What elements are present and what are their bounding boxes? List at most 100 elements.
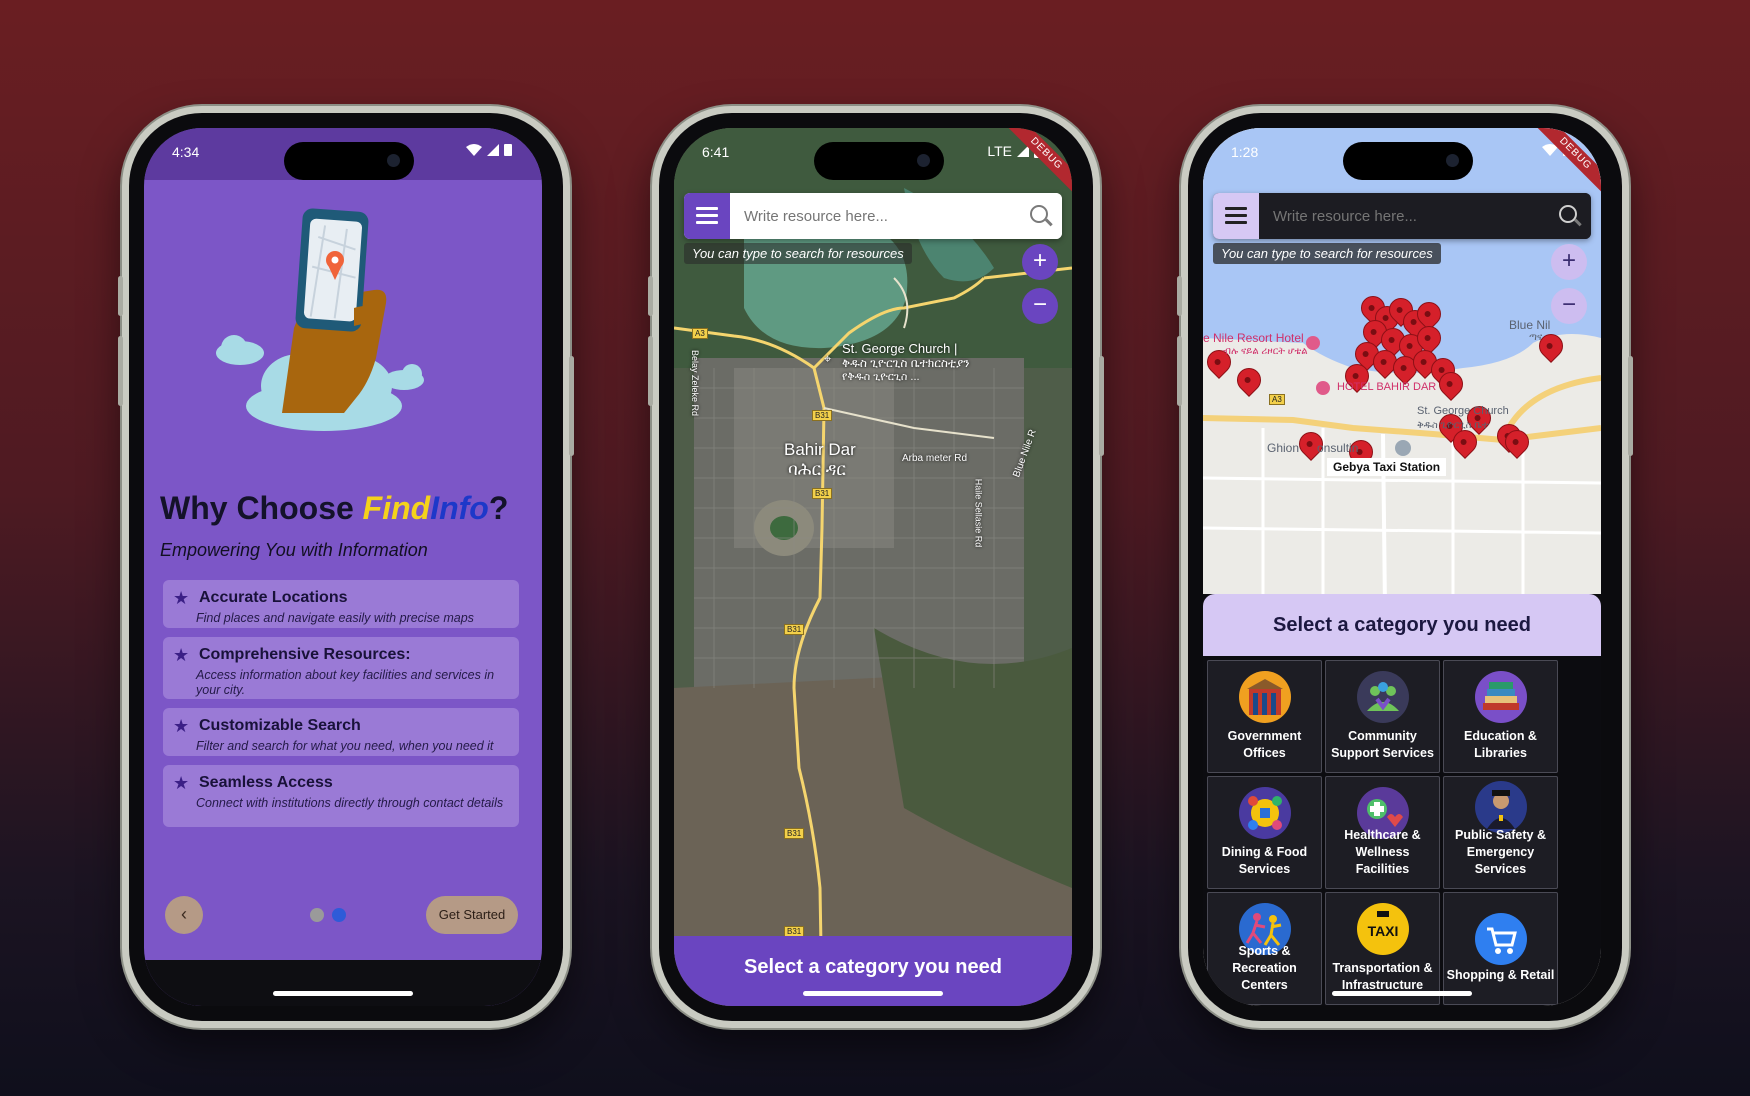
- feature-description: Access information about key facilities …: [196, 668, 495, 697]
- category-public-safety[interactable]: Public Safety & Emergency Services: [1443, 776, 1558, 889]
- category-shopping[interactable]: Shopping & Retail: [1443, 892, 1558, 1005]
- phone-map-satellite: A3 B31 B31 B31 B31 B31 ⌖ St. George Chur…: [648, 106, 1104, 1028]
- poi-label: St. George Church: [1417, 405, 1509, 417]
- phone-side-button: [1628, 356, 1633, 456]
- feature-card: ★ Seamless Access Connect with instituti…: [163, 765, 519, 827]
- category-label: Public Safety & Emergency Services: [1455, 828, 1546, 876]
- phone-side-button: [118, 276, 123, 316]
- category-healthcare[interactable]: Healthcare & Wellness Facilities: [1325, 776, 1440, 889]
- category-community[interactable]: Community Support Services: [1325, 660, 1440, 773]
- map-screen: A3 B31 B31 B31 B31 B31 ⌖ St. George Chur…: [674, 128, 1072, 1006]
- category-label: Shopping & Retail: [1446, 968, 1555, 982]
- search-input[interactable]: [1259, 193, 1591, 239]
- feature-title: Comprehensive Resources:: [199, 646, 411, 663]
- status-time: 6:41: [702, 144, 730, 160]
- get-started-button[interactable]: Get Started: [426, 896, 518, 934]
- brand-info: Info: [430, 490, 489, 526]
- church-label: St. George Church |: [842, 341, 958, 356]
- category-dining[interactable]: Dining & Food Services: [1207, 776, 1322, 889]
- star-icon: ★: [173, 716, 190, 736]
- category-label: Sports & Recreation Centers: [1232, 944, 1297, 992]
- phone-side-button: [1099, 356, 1104, 456]
- brand-find: Find: [362, 490, 431, 526]
- road-label: B31: [812, 488, 833, 499]
- map-pin-icon[interactable]: ⌖: [824, 351, 831, 367]
- search-bar: [1213, 193, 1591, 239]
- search-input[interactable]: [730, 193, 1062, 239]
- phone-onboarding: 4:34 Why Choose FindInfo? Empowering You…: [118, 106, 574, 1028]
- page-indicator: [310, 908, 346, 922]
- home-indicator[interactable]: [803, 991, 943, 996]
- category-label: Community Support Services: [1331, 729, 1434, 760]
- city-label: Bahir Dar: [784, 440, 856, 459]
- page-dot[interactable]: [310, 908, 324, 922]
- category-sports[interactable]: Sports & Recreation Centers: [1207, 892, 1322, 1005]
- zoom-out-button[interactable]: −: [1022, 288, 1058, 324]
- road-name: Arba meter Rd: [902, 453, 968, 464]
- wifi-icon: [466, 143, 482, 156]
- road-label: A3: [692, 328, 708, 339]
- road-label: B31: [784, 624, 805, 635]
- search-bar: [684, 193, 1062, 239]
- page-dot-active[interactable]: [332, 908, 346, 922]
- phone-categories: e Nile Resort Hotel ብሉ ናይል ሪዞርት ሆቴል HOTE…: [1177, 106, 1633, 1028]
- poi-label-amharic: ብሉ ናይል ሪዞርት ሆቴል: [1223, 346, 1308, 357]
- category-label: Dining & Food Services: [1221, 845, 1308, 876]
- menu-button[interactable]: [684, 193, 730, 239]
- search-icon[interactable]: [1030, 205, 1048, 223]
- home-indicator[interactable]: [273, 991, 413, 996]
- category-sheet-title: Select a category you need: [1203, 594, 1601, 656]
- status-time: 4:34: [172, 144, 200, 160]
- road-label: B31: [784, 828, 805, 839]
- road-label: B31: [812, 410, 833, 421]
- zoom-out-button[interactable]: −: [1551, 288, 1587, 324]
- category-transportation[interactable]: TAXI Transportation & Infrastructure: [1325, 892, 1440, 1005]
- category-label: Healthcare & Wellness Facilities: [1344, 828, 1421, 876]
- church-label-amharic: ቅዱስ ጊዮርጊስ ቤተክርስቲያን: [842, 356, 970, 370]
- search-hint: You can type to search for resources: [684, 243, 912, 264]
- page-title: Why Choose FindInfo?: [160, 490, 508, 527]
- hand-phone-illustration: [216, 208, 424, 431]
- zoom-in-button[interactable]: +: [1022, 244, 1058, 280]
- category-government[interactable]: Government Offices: [1207, 660, 1322, 773]
- category-sheet: Select a category you need Government Of…: [1203, 594, 1601, 1006]
- phone-side-button: [118, 336, 123, 406]
- taxi-icon: TAXI: [1356, 903, 1409, 955]
- poi-label: HOTEL BAHIR DAR: [1337, 381, 1437, 393]
- phone-side-button: [569, 356, 574, 456]
- zoom-in-button[interactable]: +: [1551, 244, 1587, 280]
- dynamic-island: [284, 142, 414, 180]
- page-subtitle: Empowering You with Information: [160, 540, 428, 560]
- feature-card: ★ Customizable Search Filter and search …: [163, 708, 519, 756]
- road-name: Belay Zeleke Rd: [690, 349, 701, 417]
- feature-description: Find places and navigate easily with pre…: [196, 611, 474, 625]
- title-text: Why Choose: [160, 490, 363, 526]
- poi-label-amharic: ጣና: [1529, 332, 1543, 343]
- dynamic-island: [814, 142, 944, 180]
- poi-label: e Nile Resort Hotel: [1203, 331, 1304, 345]
- navigation-bar-background: [144, 960, 542, 1006]
- menu-button[interactable]: [1213, 193, 1259, 239]
- poi-label-amharic: ቅዱስ ጊዮርጊስ ቤተ: [1417, 420, 1489, 431]
- books-icon: [1474, 671, 1527, 723]
- taxi-station-label[interactable]: Gebya Taxi Station: [1327, 458, 1447, 476]
- church-label-amharic-2: የቅዱስ ጊዮርጊስ ...: [842, 371, 920, 383]
- category-education[interactable]: Education & Libraries: [1443, 660, 1558, 773]
- search-hint: You can type to search for resources: [1213, 243, 1441, 264]
- road-name: Haile Sellasie Rd: [973, 478, 984, 548]
- poi-label: Blue Nil: [1509, 318, 1551, 332]
- phone-side-button: [648, 336, 653, 406]
- poi-label: Ghion: [1267, 441, 1300, 455]
- category-label: Transportation & Infrastructure: [1332, 961, 1433, 992]
- home-indicator[interactable]: [1332, 991, 1472, 996]
- onboarding-screen: 4:34 Why Choose FindInfo? Empowering You…: [144, 128, 542, 1006]
- city-label-amharic: ባሕር ዳር: [788, 460, 846, 479]
- back-button[interactable]: ‹: [165, 896, 203, 934]
- police-icon: [1474, 781, 1527, 833]
- feature-card: ★ Accurate Locations Find places and nav…: [163, 580, 519, 628]
- title-question-mark: ?: [488, 490, 509, 526]
- feature-description: Connect with institutions directly throu…: [196, 796, 504, 810]
- categories-screen: e Nile Resort Hotel ብሉ ናይል ሪዞርት ሆቴል HOTE…: [1203, 128, 1601, 1006]
- road-label: A3: [1269, 394, 1285, 405]
- search-icon[interactable]: [1559, 205, 1577, 223]
